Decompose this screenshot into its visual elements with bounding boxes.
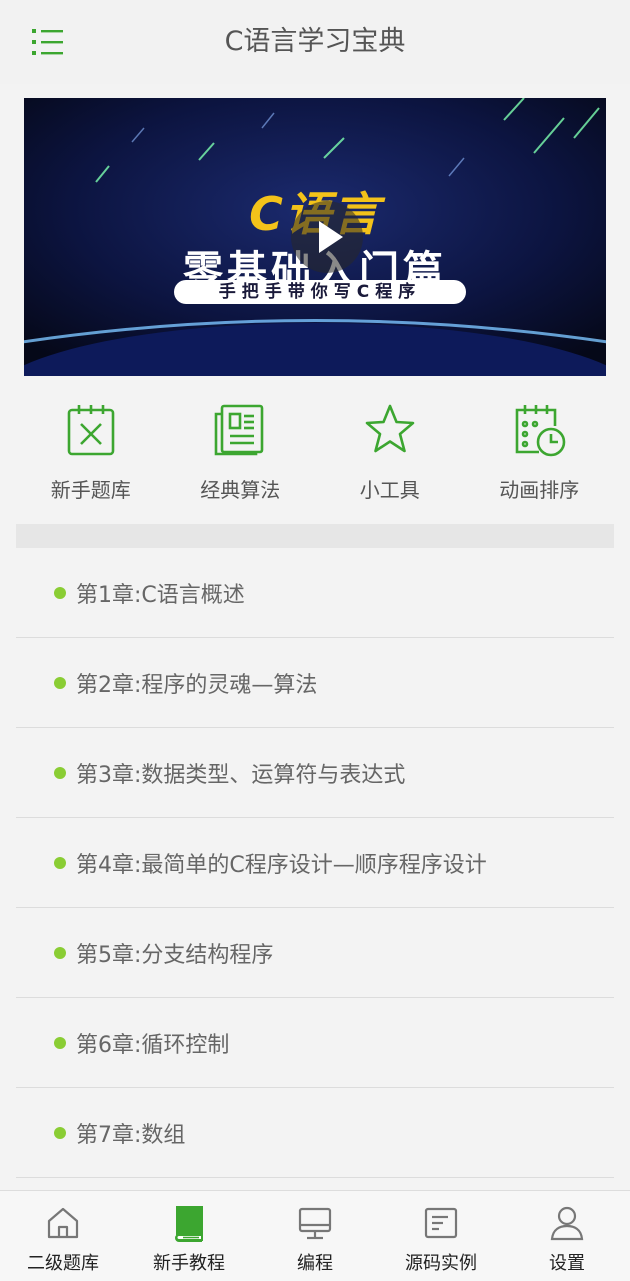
calendar-clock-icon [515,405,566,457]
banner-tagline: 手把手带你写C程序 [174,280,466,304]
chapter-label: 第2章:程序的灵魂—算法 [76,672,318,698]
star-icon [365,404,415,453]
quick-link-label: 小工具 [359,478,420,502]
nav-item-settings[interactable]: 设置 [504,1191,630,1281]
nav-item-exam-bank[interactable]: 二级题库 [0,1191,126,1281]
nav-label: 编程 [297,1253,333,1274]
quick-link-label: 经典算法 [200,478,281,502]
page-title: C语言学习宝典 [224,26,406,57]
home-icon [47,1207,79,1239]
chapter-label: 第6章:循环控制 [76,1032,230,1058]
list-item[interactable]: 第5章:分支结构程序 [16,908,614,998]
monitor-icon [298,1207,332,1240]
chapter-label: 第7章:数组 [76,1122,186,1148]
quick-link-tools[interactable]: 小工具 [320,392,460,510]
play-icon [319,221,343,253]
quick-links: 新手题库 经典算法 小工具 动画排序 [16,392,614,510]
bullet-dot [54,1126,66,1139]
list-item[interactable]: 第2章:程序的灵魂—算法 [16,638,614,728]
nav-label: 设置 [549,1253,585,1274]
list-item[interactable]: 第7章:数组 [16,1088,614,1178]
chapter-list: 第1章:C语言概述 第2章:程序的灵魂—算法 第3章:数据类型、运算符与表达式 … [16,548,614,1178]
quick-link-label: 新手题库 [50,478,131,502]
chapter-label: 第1章:C语言概述 [76,582,245,608]
nav-item-source-examples[interactable]: 源码实例 [378,1191,504,1281]
bullet-dot [54,676,66,689]
section-divider [16,524,614,548]
list-item[interactable]: 第4章:最简单的C程序设计—顺序程序设计 [16,818,614,908]
list-item[interactable]: 第3章:数据类型、运算符与表达式 [16,728,614,818]
top-bar: C语言学习宝典 [0,0,630,84]
bullet-dot [54,766,66,779]
nav-label: 新手教程 [153,1253,225,1274]
user-icon [550,1206,584,1241]
nav-label: 二级题库 [27,1253,99,1274]
bottom-nav: 二级题库 新手教程 编程 源码实例 设置 [0,1190,630,1281]
chapter-label: 第3章:数据类型、运算符与表达式 [76,762,406,788]
question-bank-icon [67,405,115,456]
book-icon [214,404,264,456]
course-banner[interactable]: C语言 零基础入门篇 手把手带你写C程序 [24,98,606,376]
chapter-label: 第5章:分支结构程序 [76,942,274,968]
list-item[interactable]: 第6章:循环控制 [16,998,614,1088]
list-item[interactable]: 第1章:C语言概述 [16,548,614,638]
nav-item-tutorial[interactable]: 新手教程 [126,1191,252,1281]
bullet-dot [54,586,66,599]
quick-link-animated-sorting[interactable]: 动画排序 [469,392,609,510]
book-icon [175,1206,203,1242]
bullet-dot [54,946,66,959]
quick-link-label: 动画排序 [499,478,580,502]
quick-link-question-bank[interactable]: 新手题库 [21,392,161,510]
nav-item-programming[interactable]: 编程 [252,1191,378,1281]
bullet-dot [54,1036,66,1049]
nav-label: 源码实例 [405,1253,477,1274]
quick-link-algorithms[interactable]: 经典算法 [170,392,310,510]
document-icon [424,1207,458,1239]
play-button[interactable] [291,201,363,273]
bullet-dot [54,856,66,869]
chapter-label: 第4章:最简单的C程序设计—顺序程序设计 [76,852,487,878]
